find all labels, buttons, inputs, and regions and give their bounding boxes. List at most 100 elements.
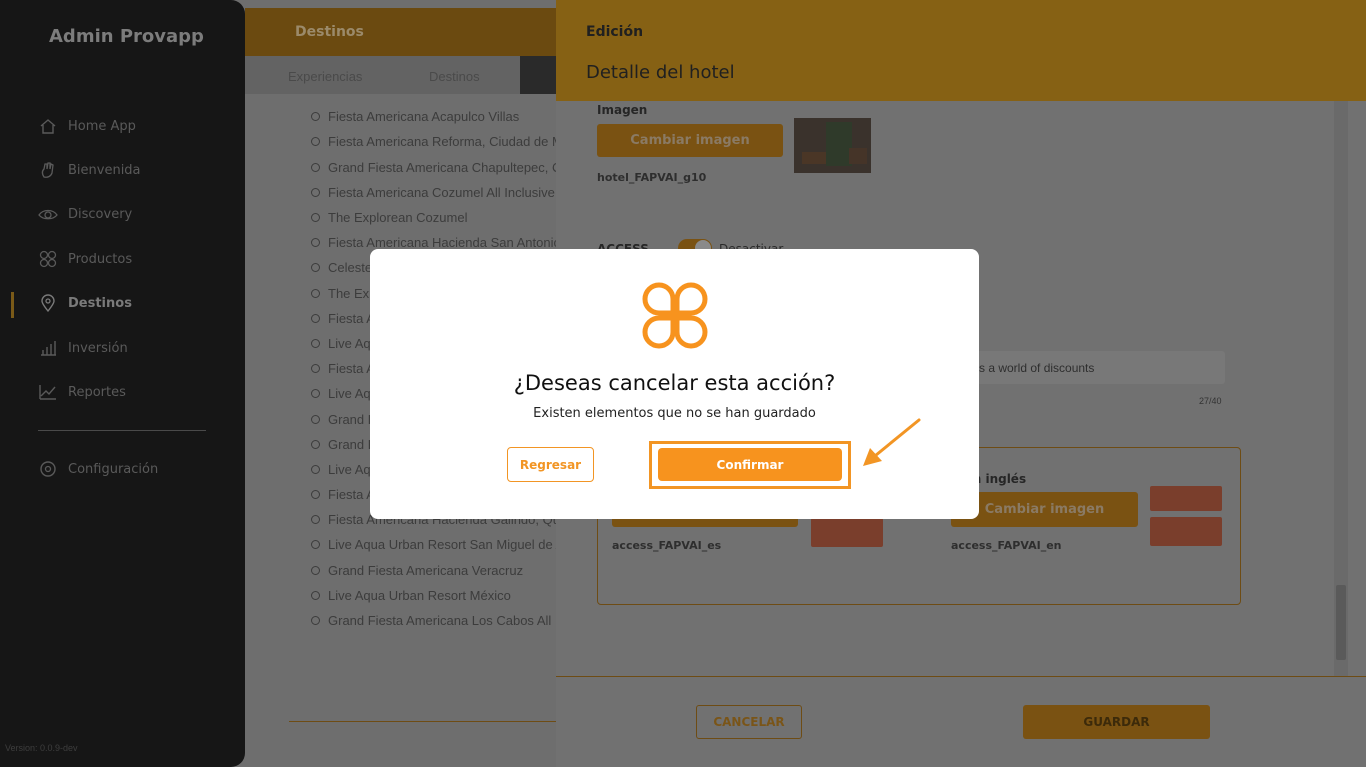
hotel-image-thumbnail: [794, 118, 871, 173]
app-root: Admin Provapp Home App Bienvenida Discov…: [0, 0, 1366, 767]
bullet-icon: [311, 339, 320, 348]
bullet-icon: [311, 591, 320, 600]
bullet-icon: [311, 440, 320, 449]
tab-bar: Experiencias Destinos: [245, 56, 556, 94]
sidebar-item-inversion[interactable]: Inversión: [38, 336, 128, 360]
sidebar-item-productos[interactable]: Productos: [38, 247, 132, 271]
list-item[interactable]: Grand Fiesta Americana Los Cabos All In: [311, 613, 556, 628]
list-item[interactable]: Grand Fiesta Americana Chapultepec, C: [311, 160, 556, 175]
bullet-icon: [311, 314, 320, 323]
access-en-thumbnail: [1150, 517, 1222, 546]
pointer-arrow-icon: [858, 416, 924, 470]
image-label: Imagen: [597, 103, 648, 117]
grid-icon: [38, 249, 58, 269]
active-indicator: [11, 292, 14, 318]
access-es-file-name: access_FAPVAI_es: [612, 539, 722, 552]
list-item[interactable]: Fiesta Americana Hacienda San Antonio: [311, 235, 556, 250]
section-header: Destinos: [245, 8, 556, 56]
scroll-thumb[interactable]: [1336, 585, 1346, 660]
list-item[interactable]: The Exp: [311, 286, 376, 301]
bullet-icon: [311, 263, 320, 272]
sidebar-item-label: Reportes: [68, 384, 126, 400]
image-file-name: hotel_FAPVAI_g10: [597, 171, 707, 184]
list-item[interactable]: Live Aqu: [311, 336, 378, 351]
list-item[interactable]: Fiesta A: [311, 487, 375, 502]
list-item[interactable]: Fiesta Americana Cozumel All Inclusive: [311, 185, 555, 200]
list-item[interactable]: Grand F: [311, 437, 376, 452]
sidebar-item-label: Home App: [68, 118, 136, 134]
list-item[interactable]: The Explorean Cozumel: [311, 210, 467, 225]
version-text: Version: 0.0.9-dev: [5, 743, 78, 753]
bullet-icon: [311, 188, 320, 197]
clover-logo-icon: [642, 282, 708, 349]
eye-icon: [38, 204, 58, 224]
panel-header: Edición Detalle del hotel: [556, 0, 1366, 101]
tab-active-indicator: [520, 56, 556, 94]
bar-chart-icon: [38, 338, 58, 358]
list-item[interactable]: Fiesta Americana Acapulco Villas: [311, 109, 519, 124]
list-item[interactable]: Live Aqu: [311, 386, 378, 401]
bullet-icon: [311, 112, 320, 121]
input-value: s a world of discounts: [979, 361, 1095, 375]
cancel-button[interactable]: CANCELAR: [696, 705, 802, 739]
sidebar-item-label: Productos: [68, 251, 133, 267]
bullet-icon: [311, 566, 320, 575]
back-button[interactable]: Regresar: [507, 447, 594, 482]
list-item[interactable]: Grand F: [311, 412, 376, 427]
access-es-thumbnail: [811, 518, 883, 547]
tab-experiencias[interactable]: Experiencias: [288, 69, 362, 84]
sidebar-item-label: Discovery: [68, 206, 133, 222]
bullet-icon: [311, 415, 320, 424]
bullet-icon: [311, 213, 320, 222]
change-image-en-button[interactable]: Cambiar imagen: [951, 492, 1138, 527]
sidebar-item-label: Inversión: [68, 340, 128, 356]
panel-title: Detalle del hotel: [586, 62, 735, 83]
sidebar-item-home-app[interactable]: Home App: [38, 114, 136, 138]
tab-destinos[interactable]: Destinos: [429, 69, 480, 84]
sidebar-item-bienvenida[interactable]: Bienvenida: [38, 158, 141, 182]
gear-icon: [38, 459, 58, 479]
list-item[interactable]: Grand Fiesta Americana Veracruz: [311, 563, 523, 578]
list-item[interactable]: Fiesta Americana Reforma, Ciudad de M: [311, 134, 556, 149]
bullet-icon: [311, 389, 320, 398]
sidebar-item-discovery[interactable]: Discovery: [38, 202, 132, 226]
access-en-thumbnail: [1150, 486, 1222, 511]
sidebar-item-label: Configuración: [68, 461, 159, 477]
sidebar: Admin Provapp Home App Bienvenida Discov…: [0, 0, 245, 767]
list-item[interactable]: Live Aqua Urban Resort México: [311, 588, 511, 603]
list-item[interactable]: Fiesta A: [311, 361, 375, 376]
sidebar-divider: [38, 430, 206, 431]
access-en-file-name: access_FAPVAI_en: [951, 539, 1062, 552]
bullet-icon: [311, 163, 320, 172]
char-counter: 27/40: [1199, 396, 1222, 406]
save-button[interactable]: GUARDAR: [1023, 705, 1210, 739]
sidebar-item-destinos[interactable]: Destinos: [38, 291, 132, 315]
bullet-icon: [311, 490, 320, 499]
bullet-icon: [311, 364, 320, 373]
bullet-icon: [311, 515, 320, 524]
location-pin-icon: [38, 293, 58, 313]
line-chart-icon: [38, 382, 58, 402]
hand-icon: [38, 160, 58, 180]
brand-title: Admin Provapp: [49, 26, 204, 47]
confirm-button[interactable]: Confirmar: [658, 448, 842, 481]
list-item[interactable]: Live Aqu: [311, 462, 378, 477]
confirm-dialog: ¿Deseas cancelar esta acción? Existen el…: [370, 249, 979, 519]
divider: [289, 721, 556, 722]
bullet-icon: [311, 540, 320, 549]
home-icon: [38, 116, 58, 136]
bullet-icon: [311, 289, 320, 298]
panel-section-label: Edición: [586, 24, 644, 40]
sidebar-item-configuracion[interactable]: Configuración: [38, 457, 158, 481]
list-item[interactable]: Live Aqua Urban Resort San Miguel de A: [311, 537, 556, 552]
bullet-icon: [311, 465, 320, 474]
bullet-icon: [311, 238, 320, 247]
sidebar-item-label: Destinos: [68, 295, 132, 311]
access-text-input[interactable]: s a world of discounts: [971, 351, 1225, 384]
sidebar-item-label: Bienvenida: [68, 162, 141, 178]
list-item[interactable]: Fiesta A: [311, 311, 375, 326]
bullet-icon: [311, 137, 320, 146]
list-item[interactable]: Celeste: [311, 260, 372, 275]
sidebar-item-reportes[interactable]: Reportes: [38, 380, 126, 404]
change-image-button[interactable]: Cambiar imagen: [597, 124, 783, 157]
